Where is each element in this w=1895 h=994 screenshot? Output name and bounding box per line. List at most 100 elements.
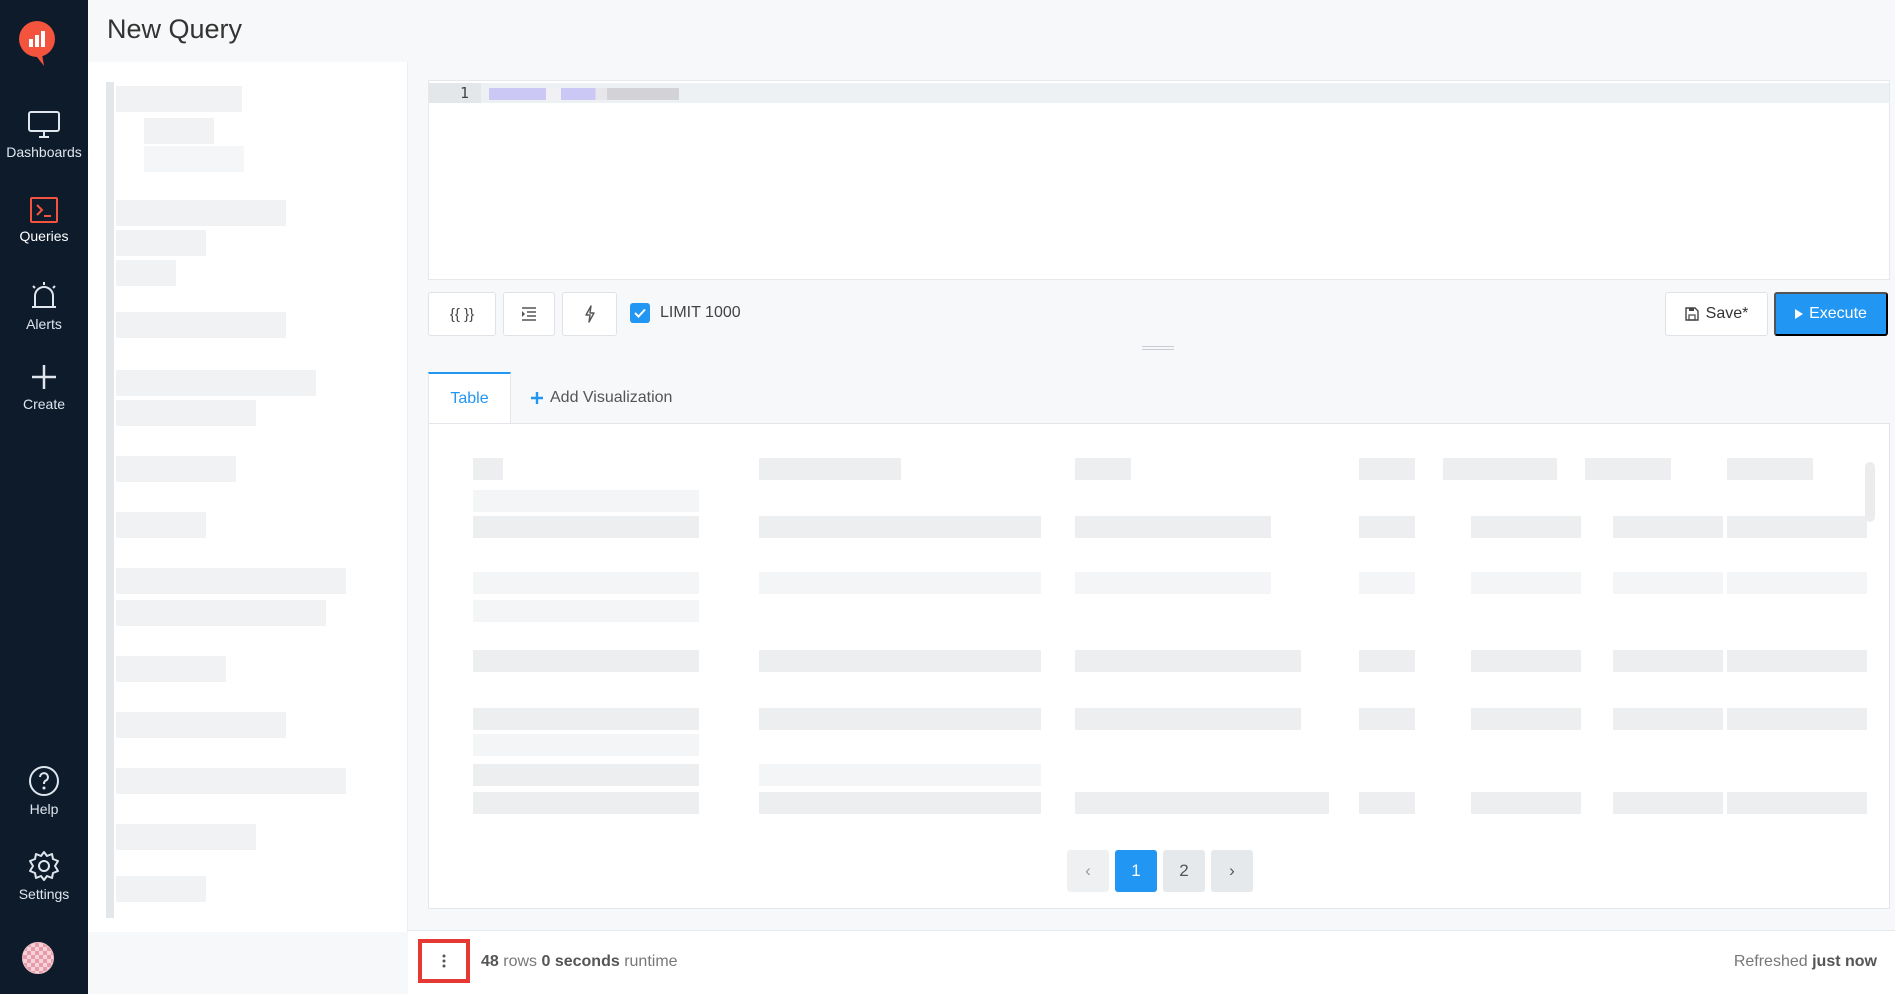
tab-table[interactable]: Table — [428, 372, 511, 424]
table-cell[interactable] — [759, 764, 1041, 786]
table-cell[interactable] — [1727, 572, 1867, 594]
table-cell[interactable] — [1075, 792, 1329, 814]
table-header-cell[interactable] — [473, 458, 503, 480]
schema-item[interactable] — [116, 824, 256, 850]
schema-item[interactable] — [116, 370, 316, 396]
table-cell[interactable] — [1075, 516, 1271, 538]
schema-item[interactable] — [116, 456, 236, 482]
sidebar-item-queries[interactable]: Queries — [0, 196, 88, 244]
save-button[interactable]: Save* — [1665, 292, 1768, 336]
editor-resize-handle[interactable] — [1142, 346, 1174, 350]
plus-icon — [531, 392, 543, 404]
autocomplete-toggle-button[interactable] — [562, 292, 617, 336]
table-cell[interactable] — [1075, 708, 1301, 730]
schema-item[interactable] — [116, 568, 346, 594]
table-cell[interactable] — [1359, 516, 1415, 538]
pagination-next-button[interactable]: › — [1211, 850, 1253, 892]
pagination-page-1[interactable]: 1 — [1115, 850, 1157, 892]
sidebar-item-settings[interactable]: Settings — [0, 850, 88, 902]
table-row[interactable] — [473, 734, 699, 756]
editor-code-line[interactable] — [489, 88, 679, 100]
avatar[interactable] — [22, 942, 54, 974]
table-cell[interactable] — [1613, 708, 1723, 730]
table-cell[interactable] — [1471, 792, 1581, 814]
schema-item[interactable] — [116, 768, 346, 794]
sidebar-item-dashboards[interactable]: Dashboards — [0, 110, 88, 160]
table-cell[interactable] — [1075, 650, 1301, 672]
results-table[interactable] — [453, 440, 1875, 826]
limit-checkbox[interactable]: LIMIT 1000 — [630, 303, 741, 323]
table-scrollbar[interactable] — [1865, 462, 1875, 522]
table-cell[interactable] — [1727, 708, 1867, 730]
schema-item[interactable] — [144, 146, 244, 172]
sidebar-item-create[interactable]: Create — [0, 362, 88, 412]
schema-item[interactable] — [144, 118, 214, 144]
table-cell[interactable] — [1471, 650, 1581, 672]
pagination-page-2[interactable]: 2 — [1163, 850, 1205, 892]
table-cell[interactable] — [1471, 708, 1581, 730]
table-row[interactable] — [473, 490, 699, 512]
schema-item[interactable] — [116, 86, 242, 112]
table-cell[interactable] — [1727, 516, 1867, 538]
redash-logo-icon[interactable] — [18, 20, 56, 66]
schema-browser[interactable] — [88, 62, 408, 932]
table-cell[interactable] — [1471, 516, 1581, 538]
table-cell[interactable] — [1359, 792, 1415, 814]
table-row[interactable] — [473, 516, 699, 538]
table-cell[interactable] — [759, 516, 1041, 538]
sidebar-item-alerts[interactable]: Alerts — [0, 280, 88, 332]
query-editor[interactable]: 1 — [428, 80, 1890, 280]
table-header-cell[interactable] — [759, 458, 901, 480]
schema-item[interactable] — [116, 656, 226, 682]
table-row[interactable] — [473, 764, 699, 786]
table-row[interactable] — [473, 572, 699, 594]
table-row[interactable] — [473, 792, 699, 814]
schema-item[interactable] — [116, 312, 286, 338]
table-header-cell[interactable] — [1443, 458, 1557, 480]
gear-icon — [29, 851, 59, 881]
refreshed-prefix: Refreshed — [1733, 953, 1808, 970]
schema-item[interactable] — [116, 876, 206, 902]
schema-item[interactable] — [116, 600, 326, 626]
format-query-button[interactable] — [503, 292, 555, 336]
sidebar-item-help[interactable]: Help — [0, 765, 88, 817]
table-cell[interactable] — [1613, 572, 1723, 594]
execute-button[interactable]: Execute — [1774, 292, 1888, 336]
schema-item[interactable] — [116, 230, 206, 256]
schema-item[interactable] — [116, 400, 256, 426]
table-row[interactable] — [473, 708, 699, 730]
results-panel: ‹ 1 2 › — [428, 423, 1890, 909]
more-options-button[interactable] — [418, 939, 470, 983]
table-cell[interactable] — [759, 650, 1041, 672]
schema-item[interactable] — [116, 512, 206, 538]
table-cell[interactable] — [1359, 708, 1415, 730]
table-header-cell[interactable] — [1075, 458, 1131, 480]
add-parameter-button[interactable]: {{ }} — [428, 292, 496, 336]
tab-add-visualization[interactable]: Add Visualization — [530, 372, 672, 424]
table-cell[interactable] — [1613, 650, 1723, 672]
table-cell[interactable] — [759, 792, 1041, 814]
table-cell[interactable] — [1727, 792, 1867, 814]
pagination-prev-button[interactable]: ‹ — [1067, 850, 1109, 892]
table-row[interactable] — [473, 600, 699, 622]
checkbox-checked-icon[interactable] — [630, 303, 650, 323]
schema-item[interactable] — [116, 200, 286, 226]
table-cell[interactable] — [1471, 572, 1581, 594]
table-cell[interactable] — [759, 708, 1041, 730]
table-cell[interactable] — [759, 572, 1041, 594]
table-cell[interactable] — [1075, 572, 1271, 594]
table-cell[interactable] — [1359, 650, 1415, 672]
table-cell[interactable] — [1727, 650, 1867, 672]
table-header-cell[interactable] — [1359, 458, 1415, 480]
table-cell[interactable] — [1613, 516, 1723, 538]
schema-item[interactable] — [116, 260, 176, 286]
lightning-icon — [584, 305, 595, 323]
sidebar-item-label: Settings — [18, 886, 70, 902]
table-header-cell[interactable] — [1585, 458, 1671, 480]
table-header-cell[interactable] — [1727, 458, 1813, 480]
table-cell[interactable] — [1359, 572, 1415, 594]
table-row[interactable] — [473, 650, 699, 672]
table-cell[interactable] — [1613, 792, 1723, 814]
schema-item[interactable] — [116, 712, 286, 738]
limit-label: LIMIT 1000 — [660, 304, 741, 321]
